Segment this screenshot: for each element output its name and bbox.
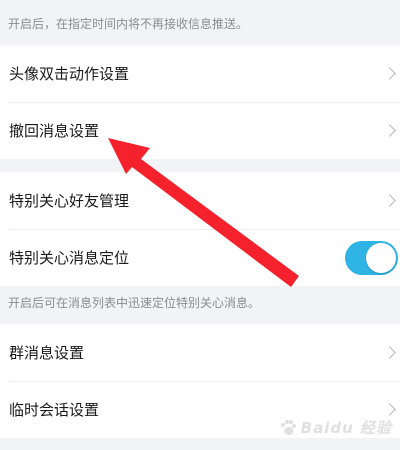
- chevron-right-icon: [383, 123, 396, 137]
- special-care-locate-setting: 特别关心消息定位: [0, 229, 400, 286]
- baidu-watermark: Baidu 经验: [279, 417, 392, 438]
- toggle-knob: [366, 242, 396, 273]
- special-care-locate-note: 开启后可在消息列表中迅速定位特别关心消息。: [8, 296, 261, 310]
- special-care-locate-label: 特别关心消息定位: [9, 249, 130, 267]
- chevron-right-icon: [383, 66, 396, 80]
- avatar-double-tap-label: 头像双击动作设置: [9, 65, 130, 83]
- group-message-label: 群消息设置: [9, 344, 85, 362]
- do-not-disturb-note: 开启后，在指定时间内将不再接收信息推送。: [8, 17, 249, 31]
- special-care-locate-toggle[interactable]: [345, 240, 398, 275]
- special-care-friends-setting[interactable]: 特别关心好友管理: [0, 172, 400, 229]
- chevron-right-icon: [383, 345, 396, 359]
- watermark-text: Baidu 经验: [300, 419, 392, 437]
- settings-group-2: 特别关心好友管理 特别关心消息定位: [0, 172, 400, 286]
- chevron-right-icon: [383, 193, 396, 207]
- temporary-chat-label: 临时会话设置: [9, 401, 100, 419]
- settings-group-1: 头像双击动作设置 撤回消息设置: [0, 45, 400, 159]
- special-care-friends-label: 特别关心好友管理: [9, 192, 130, 210]
- recall-message-setting[interactable]: 撤回消息设置: [0, 102, 400, 159]
- recall-message-label: 撤回消息设置: [9, 122, 100, 140]
- chevron-right-icon: [383, 402, 396, 416]
- group-message-setting[interactable]: 群消息设置: [0, 324, 400, 381]
- avatar-double-tap-setting[interactable]: 头像双击动作设置: [0, 45, 400, 102]
- paw-icon: [280, 419, 296, 435]
